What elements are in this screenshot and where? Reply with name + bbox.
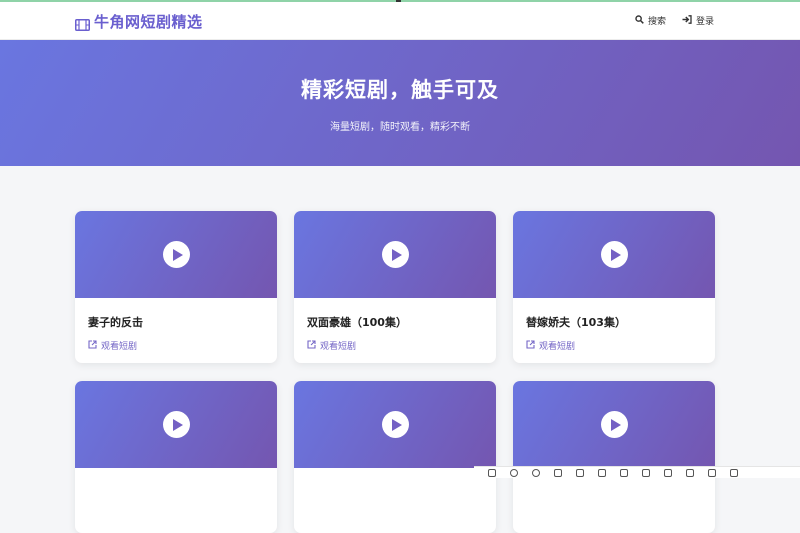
- hero-subtitle: 海量短剧，随时观看，精彩不断: [330, 122, 470, 133]
- drama-card[interactable]: 双面豪雄（100集） 观看短剧: [294, 211, 496, 363]
- brand-name: 牛角网短剧精选: [94, 13, 203, 31]
- square-tool-icon[interactable]: [488, 468, 496, 477]
- card-thumbnail[interactable]: [75, 211, 277, 298]
- hero-banner: 精彩短剧，触手可及 海量短剧，随时观看，精彩不断: [0, 40, 800, 166]
- pen-tool-icon[interactable]: [576, 468, 584, 477]
- external-link-icon: [307, 339, 316, 352]
- drama-card[interactable]: 妻子的反击 观看短剧: [75, 211, 277, 363]
- text-tool-icon[interactable]: [620, 468, 628, 477]
- hero-title: 精彩短剧，触手可及: [301, 78, 499, 102]
- card-title: 替嫁娇夫（103集）: [526, 316, 626, 329]
- play-icon[interactable]: [600, 411, 628, 438]
- login-link[interactable]: 登录: [682, 14, 714, 27]
- watch-link-label: 观看短剧: [539, 342, 576, 352]
- search-icon: [635, 14, 644, 27]
- play-icon[interactable]: [162, 241, 190, 268]
- scan-tool-icon[interactable]: [664, 468, 672, 477]
- card-thumbnail[interactable]: [294, 211, 496, 298]
- login-label: 登录: [695, 17, 714, 27]
- brand-logo[interactable]: 牛角网短剧精选: [75, 11, 203, 32]
- card-thumbnail[interactable]: [513, 211, 715, 298]
- play-icon[interactable]: [381, 241, 409, 268]
- card-thumbnail[interactable]: [294, 381, 496, 468]
- card-title: 双面豪雄（100集）: [307, 316, 407, 329]
- search-link[interactable]: 搜索: [635, 14, 666, 27]
- arrow-tool-icon[interactable]: [554, 468, 562, 477]
- external-link-icon: [526, 339, 535, 352]
- search-label: 搜索: [647, 17, 666, 27]
- sign-in-icon: [682, 14, 692, 27]
- drama-card[interactable]: [294, 381, 496, 533]
- circle-tool-icon[interactable]: [510, 468, 518, 477]
- watch-link-label: 观看短剧: [101, 342, 138, 352]
- copy-tool-icon[interactable]: [642, 468, 650, 477]
- top-nav: 搜索 登录: [635, 14, 714, 27]
- download-tool-icon[interactable]: [730, 468, 738, 477]
- card-thumbnail[interactable]: [513, 381, 715, 468]
- play-icon[interactable]: [162, 411, 190, 438]
- external-link-icon: [88, 339, 97, 352]
- film-icon: [75, 16, 90, 31]
- drama-card[interactable]: 替嫁娇夫（103集） 观看短剧: [513, 211, 715, 363]
- play-icon[interactable]: [600, 241, 628, 268]
- undo-tool-icon[interactable]: [686, 468, 694, 477]
- card-title: 妻子的反击: [88, 316, 143, 329]
- mosaic-tool-icon[interactable]: [598, 468, 606, 477]
- site-header: 牛角网短剧精选 搜索 登录: [0, 2, 800, 40]
- play-icon[interactable]: [381, 411, 409, 438]
- watch-link-label: 观看短剧: [320, 342, 357, 352]
- drama-card[interactable]: [513, 381, 715, 533]
- watch-link[interactable]: 观看短剧: [307, 339, 356, 352]
- watch-link[interactable]: 观看短剧: [526, 339, 575, 352]
- watch-link[interactable]: 观看短剧: [88, 339, 137, 352]
- card-thumbnail[interactable]: [75, 381, 277, 468]
- drama-card[interactable]: [75, 381, 277, 533]
- floating-toolbar: [474, 466, 800, 478]
- zoom-tool-icon[interactable]: [532, 468, 540, 477]
- pin-tool-icon[interactable]: [708, 468, 716, 477]
